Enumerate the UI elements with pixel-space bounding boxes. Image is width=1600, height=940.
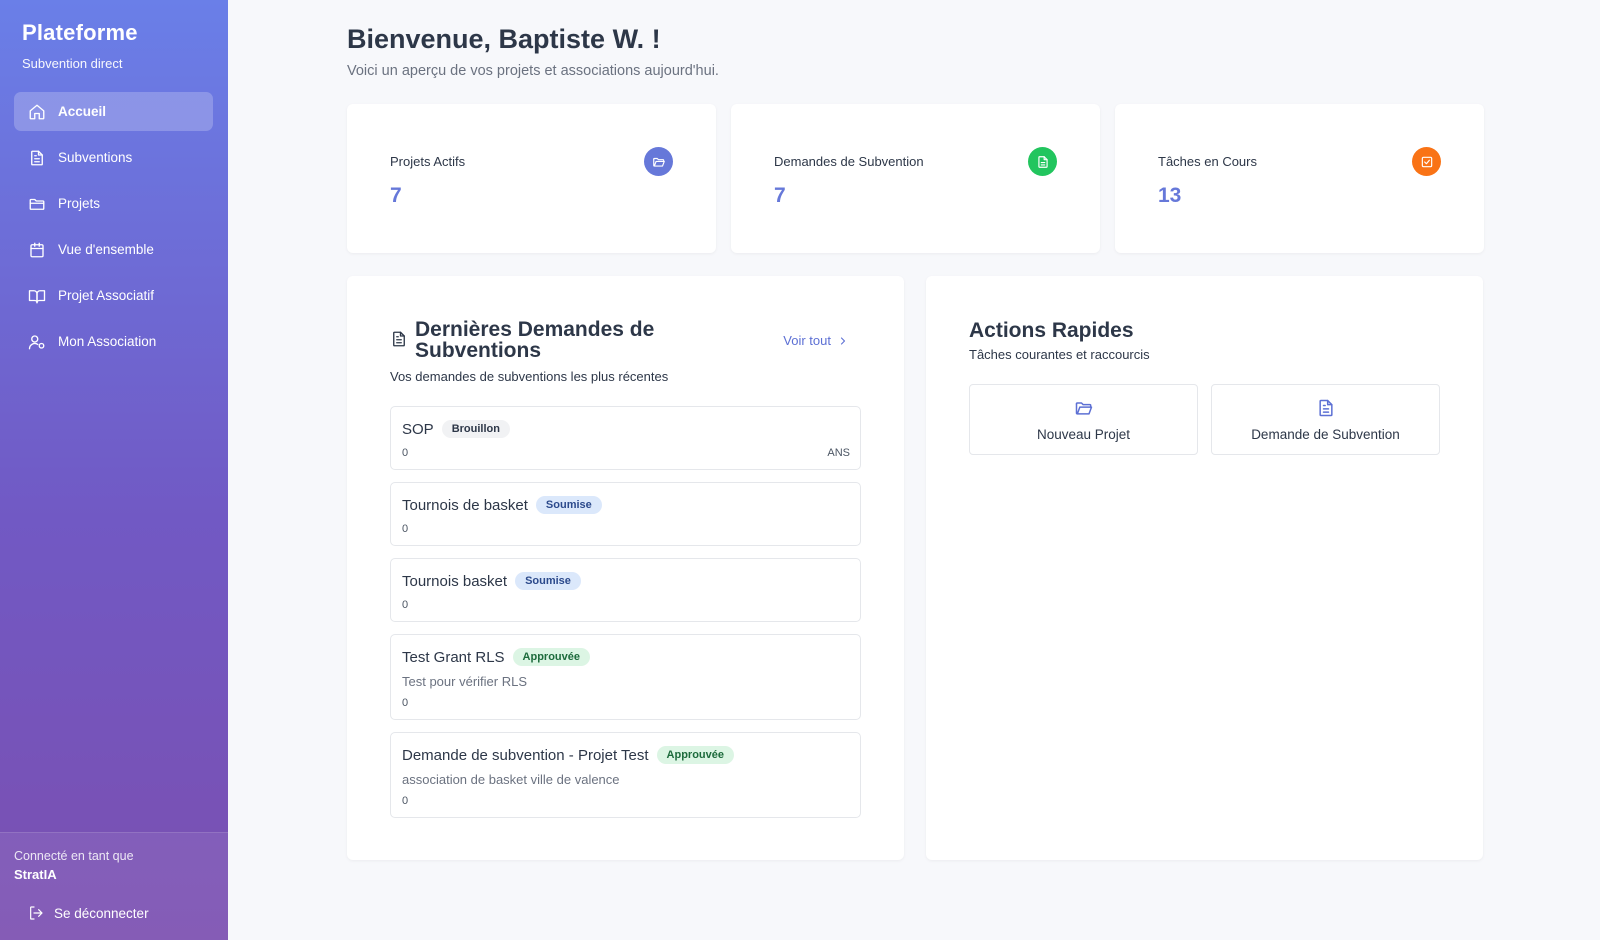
stat-card-taches: Tâches en Cours 13 [1115, 104, 1484, 253]
request-amount: 0 [402, 795, 409, 807]
sidebar-item-label: Projets [58, 196, 101, 211]
status-badge: Soumise [535, 496, 602, 514]
page-subtitle: Voici un aperçu de vos projets et associ… [347, 63, 719, 79]
logout-icon [30, 906, 43, 920]
sidebar-item-vue-ensemble[interactable]: Vue d'ensemble [14, 230, 213, 269]
recent-requests-panel: Dernières Demandes de Subventions Voir t… [347, 276, 904, 860]
request-title-row: SOP Brouillon [402, 420, 510, 438]
status-badge: Approuvée [512, 648, 591, 666]
request-item[interactable]: Tournois de basket Soumise 0 [390, 482, 861, 546]
panel-subtitle: Vos demandes de subventions les plus réc… [390, 369, 669, 384]
stat-label: Tâches en Cours [1158, 154, 1257, 169]
connected-user: StratIA [14, 867, 57, 882]
home-icon [29, 104, 45, 119]
stat-label: Projets Actifs [390, 154, 466, 169]
action-label: Demande de Subvention [1251, 427, 1400, 442]
request-title: SOP [402, 420, 434, 438]
request-item[interactable]: Tournois basket Soumise 0 [390, 558, 861, 622]
sidebar-item-label: Vue d'ensemble [58, 242, 154, 257]
brand: Plateforme Subvention direct [22, 20, 138, 71]
book-open-icon [28, 289, 46, 303]
sidebar-item-accueil[interactable]: Accueil [14, 92, 213, 131]
sidebar-item-projet-associatif[interactable]: Projet Associatif [14, 276, 213, 315]
connected-label: Connecté en tant que [14, 849, 134, 863]
stat-label: Demandes de Subvention [774, 154, 924, 169]
stat-value: 7 [774, 184, 786, 207]
request-item[interactable]: Test Grant RLS Approuvée Test pour vérif… [390, 634, 861, 720]
action-label: Nouveau Projet [1036, 427, 1131, 442]
request-title: Tournois basket [402, 572, 508, 590]
request-title: Test Grant RLS [402, 648, 505, 666]
logout-button[interactable]: Se déconnecter [28, 905, 149, 921]
request-description: association de basket ville de valence [402, 772, 620, 787]
sidebar-item-mon-association[interactable]: Mon Association [14, 322, 213, 361]
file-text-icon [393, 331, 405, 347]
sidebar-item-label: Projet Associatif [58, 288, 155, 303]
chevron-right-icon [840, 336, 846, 345]
request-title-row: Demande de subvention - Projet Test Appr… [402, 746, 735, 764]
sidebar-item-label: Mon Association [58, 334, 157, 349]
folder-open-icon [1075, 402, 1092, 415]
check-square-icon [1412, 147, 1441, 176]
sidebar-item-label: Accueil [58, 104, 107, 119]
stat-card-demandes: Demandes de Subvention 7 [731, 104, 1100, 253]
request-amount: 0 [402, 523, 409, 535]
sidebar-item-projets[interactable]: Projets [14, 184, 213, 223]
file-text-icon [1028, 147, 1057, 176]
status-badge: Soumise [515, 572, 581, 590]
new-project-button[interactable]: Nouveau Projet [969, 384, 1198, 455]
sidebar-item-subventions[interactable]: Subventions [14, 138, 213, 177]
brand-title: Plateforme [22, 20, 138, 45]
quick-actions-panel: Actions Rapides Tâches courantes et racc… [926, 276, 1483, 860]
status-badge: Brouillon [441, 420, 510, 438]
request-title: Tournois de basket [402, 496, 528, 514]
status-badge: Approuvée [656, 746, 735, 764]
sidebar-footer: Connecté en tant que StratIA Se déconnec… [0, 832, 228, 940]
request-title-row: Tournois de basket Soumise [402, 496, 602, 514]
stat-value: 7 [390, 184, 402, 207]
stat-value: 13 [1158, 184, 1182, 207]
folder-icon [29, 198, 45, 210]
calendar-icon [30, 242, 44, 257]
panel-subtitle: Tâches courantes et raccourcis [969, 347, 1150, 362]
user-cog-icon [28, 334, 45, 349]
sidebar: Plateforme Subvention direct Accueil Sub… [0, 0, 228, 940]
request-amount: 0 [402, 599, 409, 611]
request-item[interactable]: Demande de subvention - Projet Test Appr… [390, 732, 861, 818]
folder-open-icon [644, 147, 673, 176]
file-text-icon [31, 150, 43, 165]
sidebar-item-label: Subventions [58, 150, 133, 165]
request-amount: 0 [402, 447, 409, 459]
request-amount: 0 [402, 697, 409, 709]
brand-subtitle: Subvention direct [22, 56, 123, 71]
request-description: Test pour vérifier RLS [402, 674, 527, 689]
see-all-label: Voir tout [783, 333, 831, 348]
request-tag: ANS [827, 447, 850, 459]
sidebar-nav: Accueil Subventions Projets Vue d'ensemb… [14, 92, 213, 368]
logout-label: Se déconnecter [54, 905, 149, 921]
stat-card-projets-actifs: Projets Actifs 7 [347, 104, 716, 253]
request-title: Demande de subvention - Projet Test [402, 746, 649, 764]
see-all-link[interactable]: Voir tout [783, 333, 849, 348]
request-title-row: Tournois basket Soumise [402, 572, 581, 590]
new-grant-request-button[interactable]: Demande de Subvention [1211, 384, 1440, 455]
panel-title: Dernières Demandes de Subventions [415, 318, 655, 362]
page-title: Bienvenue, Baptiste W. ! [347, 24, 661, 54]
file-text-icon [1318, 399, 1333, 417]
request-title-row: Test Grant RLS Approuvée [402, 648, 591, 666]
panel-title: Actions Rapides [969, 319, 1134, 342]
request-item[interactable]: SOP Brouillon 0 ANS [390, 406, 861, 470]
